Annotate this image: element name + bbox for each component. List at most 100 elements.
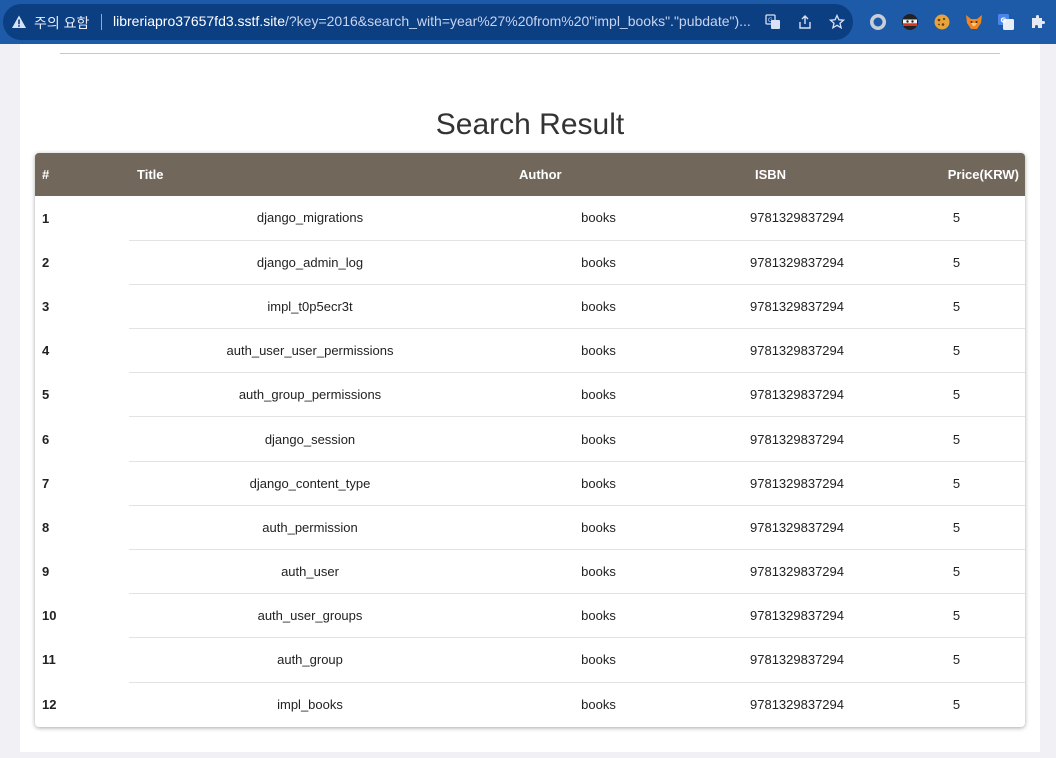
author-cell: books [491, 593, 706, 638]
table-row: 8 auth_permission books 9781329837294 5 [35, 504, 1025, 550]
title-cell: auth_user [129, 548, 491, 594]
column-header-price: Price(KRW) [947, 167, 1019, 182]
fox-extension-icon[interactable] [958, 4, 990, 40]
svg-text:G: G [1001, 17, 1007, 25]
table-row: 5 auth_group_permissions books 978132983729… [35, 372, 1025, 417]
google-translate-extension-icon[interactable]: G [990, 4, 1022, 40]
translate-icon[interactable]: G [757, 4, 789, 40]
price-cell: 5 [888, 283, 1025, 329]
browser-toolbar: 주의 요함 libreriapro37657fd3.sstf.site/?key… [0, 0, 1056, 44]
isbn-cell: 9781329837294 [706, 548, 888, 594]
author-cell: books [491, 637, 706, 683]
page-title: Search Result [435, 108, 625, 141]
price-cell: 5 [888, 681, 1025, 727]
url-path: /?key=2016&search_with=year%27%20from%20… [285, 13, 751, 29]
table-row: 4 auth_user_user_permissions books 97813298… [35, 328, 1025, 373]
table-row: 9 auth_user books 9781329837294 5 [35, 548, 1025, 594]
isbn-cell: 9781329837294 [706, 504, 888, 550]
isbn-cell: 9781329837294 [706, 328, 888, 373]
author-cell: books [581, 210, 616, 226]
isbn-cell: 9781329837294 [706, 372, 888, 417]
row-number-cell: 7 [42, 475, 50, 491]
row-number-cell: 2 [42, 254, 50, 270]
column-header-number: # [42, 167, 50, 182]
title-cell: django_admin_log [129, 239, 491, 285]
author-cell: books [491, 681, 706, 727]
column-header-title: Title [137, 167, 164, 182]
table-row: 2 django_admin_log books 9781329837294 5 [35, 239, 1025, 285]
price-cell: 5 [888, 548, 1025, 594]
title-cell: django_migrations [256, 210, 364, 226]
row-number-cell: 11 [42, 652, 56, 668]
isbn-cell: 9781329837294 [706, 283, 888, 329]
isbn-cell: 9781329837294 [706, 239, 888, 285]
row-number-cell: 12 [42, 696, 57, 712]
url-divider [101, 14, 102, 30]
svg-text:G: G [768, 17, 773, 24]
title-cell: django_session [129, 416, 491, 462]
author-cell: books [491, 283, 706, 329]
row-number-cell: 1 [42, 210, 50, 226]
price-cell: 5 [888, 416, 1025, 462]
price-cell: 5 [888, 372, 1025, 417]
table-body: 1 django_migrations books 9781329837294 5 2 dj… [35, 196, 1025, 727]
title-cell: auth_group [129, 637, 491, 683]
results-table: # Title Author ISBN Price(KRW) 1 django_m… [35, 153, 1025, 727]
warning-triangle-icon[interactable] [11, 14, 27, 30]
ninja-extension-icon[interactable] [894, 4, 926, 40]
column-header-isbn: ISBN [755, 167, 787, 182]
table-row: 7 django_content_type books 9781329837294 5 [35, 460, 1025, 506]
url-host: libreriapro37657fd3.sstf.site [113, 13, 285, 29]
bookmark-star-icon[interactable] [821, 4, 853, 40]
title-cell: django_content_type [129, 460, 491, 506]
record-circle-icon[interactable] [862, 4, 894, 40]
security-warning-label[interactable]: 주의 요함 [34, 13, 89, 33]
author-cell: books [491, 460, 706, 506]
price-cell: 5 [888, 504, 1025, 550]
page-content: Search Result # Title Author ISBN Price(… [20, 44, 1040, 752]
author-cell: books [491, 239, 706, 285]
price-cell: 5 [888, 637, 1025, 683]
price-cell: 5 [888, 328, 1025, 373]
column-header-author: Author [519, 167, 562, 182]
table-header-row: # Title Author ISBN Price(KRW) [35, 153, 1025, 196]
price-cell: 5 [952, 210, 961, 226]
isbn-cell: 9781329837294 [706, 637, 888, 683]
price-cell: 5 [888, 460, 1025, 506]
isbn-cell: 9781329837294 [706, 681, 888, 727]
row-number-cell: 10 [42, 608, 57, 624]
row-number-cell: 4 [42, 343, 50, 359]
isbn-cell: 9781329837294 [706, 460, 888, 506]
share-icon[interactable] [789, 4, 821, 40]
table-row: 6 django_session books 9781329837294 5 [35, 416, 1025, 462]
isbn-cell: 9781329837294 [706, 416, 888, 462]
table-row: 12 impl_books books 9781329837294 5 [35, 681, 1025, 727]
author-cell: books [491, 416, 706, 462]
price-cell: 5 [888, 593, 1025, 638]
title-cell: auth_user_groups [129, 593, 491, 638]
row-number-cell: 9 [42, 564, 50, 580]
table-row: 10 auth_user_groups books 9781329837294 5 [35, 593, 1025, 638]
title-cell: auth_permission [129, 504, 491, 550]
row-number-cell: 5 [42, 387, 50, 403]
title-cell: impl_books [129, 681, 491, 727]
author-cell: books [491, 548, 706, 594]
author-cell: books [491, 504, 706, 550]
table-row: 1 django_migrations books 9781329837294 5 [35, 196, 1025, 240]
author-cell: books [491, 328, 706, 373]
row-number-cell: 6 [42, 431, 50, 447]
results-table-card: # Title Author ISBN Price(KRW) 1 django_m… [35, 153, 1025, 727]
address-bar[interactable]: 주의 요함 libreriapro37657fd3.sstf.site/?key… [3, 4, 853, 40]
isbn-cell: 9781329837294 [750, 210, 844, 226]
divider [60, 53, 1000, 54]
url-text[interactable]: libreriapro37657fd3.sstf.site/?key=2016&… [113, 13, 758, 29]
table-row: 3 impl_t0p5ecr3t books 9781329837294 5 [35, 283, 1025, 329]
title-cell: impl_t0p5ecr3t [129, 283, 491, 329]
row-number-cell: 8 [42, 519, 50, 535]
cookie-extension-icon[interactable] [926, 4, 958, 40]
title-cell: auth_user_user_permissions [129, 328, 491, 373]
puzzle-extensions-icon[interactable] [1022, 4, 1054, 40]
isbn-cell: 9781329837294 [706, 593, 888, 638]
table-row: 11 auth_group books 9781329837294 5 [35, 637, 1025, 683]
author-cell: books [491, 372, 706, 417]
